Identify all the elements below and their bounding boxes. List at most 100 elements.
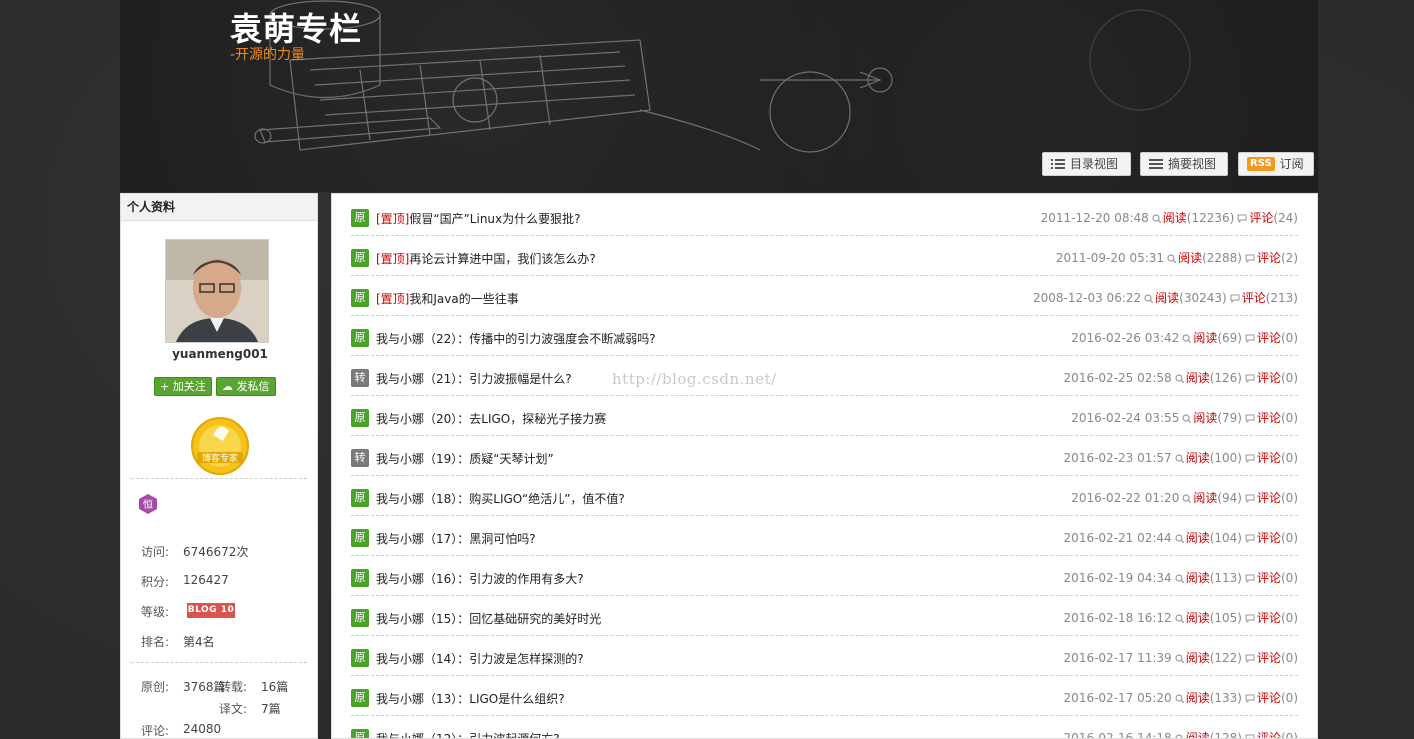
article-title: 我与小娜（22）：传播中的引力波强度会不断减弱吗? (376, 332, 656, 346)
article-title-link[interactable]: 我与小娜（19）：质疑“天琴计划” (376, 450, 554, 467)
read-link[interactable]: 阅读 (1186, 371, 1210, 385)
article-row: 原我与小娜（14）：引力波是怎样探测的? 2016-02-17 11:39 阅读(1… (351, 636, 1298, 676)
read-link[interactable]: 阅读 (1186, 531, 1210, 545)
comment-link[interactable]: 评论 (1257, 331, 1281, 345)
comment-link[interactable]: 评论 (1257, 411, 1281, 425)
article-title-link[interactable]: 我与小娜（22）：传播中的引力波强度会不断减弱吗? (376, 330, 656, 347)
avatar-portrait (166, 240, 268, 342)
article-type-badge: 原 (351, 609, 369, 627)
article-title-link[interactable]: 我与小娜（17）：黑洞可怕吗? (376, 530, 536, 547)
comments-value: 24080 (183, 722, 222, 736)
comment-link[interactable]: 评论 (1242, 291, 1266, 305)
article-title: 我与小娜（20）：去LIGO，探秘光子接力赛 (376, 412, 607, 426)
article-title-link[interactable]: [置顶]我和Java的一些往事 (376, 290, 519, 307)
magnifier-icon (1175, 694, 1184, 703)
article-meta: 2016-02-25 02:58 阅读(126) 评论(0) (1064, 369, 1298, 386)
summary-view-button[interactable]: 摘要视图 (1140, 152, 1228, 176)
catalog-view-label: 目录视图 (1070, 157, 1119, 171)
comment-link[interactable]: 评论 (1257, 731, 1281, 738)
read-link[interactable]: 阅读 (1178, 251, 1202, 265)
comments-label: 评论: (141, 724, 170, 738)
rss-subscribe-button[interactable]: RSS 订阅 (1238, 152, 1314, 176)
article-title-link[interactable]: 我与小娜（14）：引力波是怎样探测的? (376, 650, 584, 667)
comment-link[interactable]: 评论 (1257, 611, 1281, 625)
follow-button[interactable]: + 加关注 (154, 377, 212, 396)
comment-count: (2) (1281, 251, 1298, 265)
comment-link[interactable]: 评论 (1257, 371, 1281, 385)
read-link[interactable]: 阅读 (1193, 491, 1217, 505)
read-link[interactable]: 阅读 (1186, 611, 1210, 625)
article-title-link[interactable]: [置顶]假冒“国产”Linux为什么要狠批? (376, 210, 581, 227)
read-link[interactable]: 阅读 (1186, 651, 1210, 665)
read-link[interactable]: 阅读 (1186, 571, 1210, 585)
article-type-badge: 原 (351, 689, 369, 707)
username[interactable]: yuanmeng001 (121, 347, 317, 361)
comment-bubble-icon (1245, 454, 1255, 463)
article-meta: 2016-02-17 05:20 阅读(133) 评论(0) (1064, 689, 1298, 706)
article-title-link[interactable]: [置顶]再论云计算进中国，我们该怎么办? (376, 250, 596, 267)
comment-link[interactable]: 评论 (1257, 451, 1281, 465)
catalog-view-button[interactable]: 目录视图 (1042, 152, 1131, 176)
article-type-badge: 原 (351, 529, 369, 547)
article-date: 2011-12-20 08:48 (1040, 211, 1149, 225)
subscribe-label: 订阅 (1279, 157, 1304, 171)
article-row: 原我与小娜（20）：去LIGO，探秘光子接力赛 2016-02-24 03:55 阅… (351, 396, 1298, 436)
article-date: 2016-02-25 02:58 (1063, 371, 1172, 385)
level-label: 等级: (141, 605, 170, 619)
comment-count: (0) (1281, 411, 1298, 425)
read-link[interactable]: 阅读 (1163, 211, 1187, 225)
read-link[interactable]: 阅读 (1186, 691, 1210, 705)
read-count: (94) (1217, 491, 1242, 505)
read-link[interactable]: 阅读 (1186, 731, 1210, 738)
comment-link[interactable]: 评论 (1249, 211, 1273, 225)
read-count: (30243) (1179, 291, 1227, 305)
avatar[interactable] (165, 239, 269, 343)
article-title-link[interactable]: 我与小娜（20）：去LIGO，探秘光子接力赛 (376, 410, 606, 427)
comment-count: (0) (1281, 691, 1298, 705)
magnifier-icon (1175, 654, 1184, 663)
article-title-link[interactable]: 我与小娜（16）：引力波的作用有多大? (376, 570, 584, 587)
comment-link[interactable]: 评论 (1257, 651, 1281, 665)
blog-subtitle: -开源的力量 (230, 47, 306, 63)
article-date: 2016-02-16 14:18 (1063, 731, 1172, 739)
hexagon-badge-icon: 恒 (139, 494, 157, 514)
article-title: 我与小娜（19）：质疑“天琴计划” (376, 452, 554, 466)
article-title: 我与小娜（12）：引力波起源何方? (376, 732, 560, 739)
comment-link[interactable]: 评论 (1257, 531, 1281, 545)
magnifier-icon (1152, 214, 1161, 223)
comment-bubble-icon (1245, 614, 1255, 623)
article-date: 2016-02-17 11:39 (1063, 651, 1172, 665)
points-label: 积分: (141, 575, 170, 589)
comment-bubble-icon (1245, 414, 1255, 423)
comment-link[interactable]: 评论 (1257, 691, 1281, 705)
read-link[interactable]: 阅读 (1186, 451, 1210, 465)
article-row: 原 [置顶]我和Java的一些往事 2008-12-03 06:22 阅读(30243… (351, 276, 1298, 316)
rank-stat: 排名: 第4名 (141, 633, 215, 650)
message-button[interactable]: ☁ 发私信 (216, 377, 276, 396)
read-count: (128) (1209, 731, 1242, 739)
comment-link[interactable]: 评论 (1257, 571, 1281, 585)
read-link[interactable]: 阅读 (1193, 331, 1217, 345)
read-link[interactable]: 阅读 (1155, 291, 1179, 305)
svg-text:恒: 恒 (143, 498, 153, 511)
comment-link[interactable]: 评论 (1257, 491, 1281, 505)
level-stat: 等级: BLOG 10 (141, 603, 235, 620)
comment-count: (0) (1281, 611, 1298, 625)
article-title-link[interactable]: 我与小娜（13）：LIGO是什么组织? (376, 690, 565, 707)
article-type-badge: 原 (351, 249, 369, 267)
article-title: 我与小娜（13）：LIGO是什么组织? (376, 692, 565, 706)
read-count: (2288) (1202, 251, 1242, 265)
comment-link[interactable]: 评论 (1257, 251, 1281, 265)
read-count: (12236) (1186, 211, 1235, 225)
article-title-link[interactable]: 我与小娜（15）：回忆基础研究的美好时光 (376, 610, 601, 627)
article-row: 原我与小娜（16）：引力波的作用有多大? 2016-02-19 04:34 阅读(1… (351, 556, 1298, 596)
divider (131, 478, 307, 479)
article-title-link[interactable]: 我与小娜（12）：引力波起源何方? (376, 730, 560, 739)
article-title-link[interactable]: 我与小娜（21）：引力波振幅是什么? (376, 370, 572, 387)
comment-bubble-icon (1230, 294, 1240, 303)
translated-stat: 译文: 7篇 (219, 700, 281, 717)
plus-icon: + (160, 380, 170, 393)
read-link[interactable]: 阅读 (1193, 411, 1217, 425)
article-title-link[interactable]: 我与小娜（18）：购买LIGO“绝活儿”，值不值? (376, 490, 625, 507)
read-count: (122) (1209, 651, 1242, 665)
